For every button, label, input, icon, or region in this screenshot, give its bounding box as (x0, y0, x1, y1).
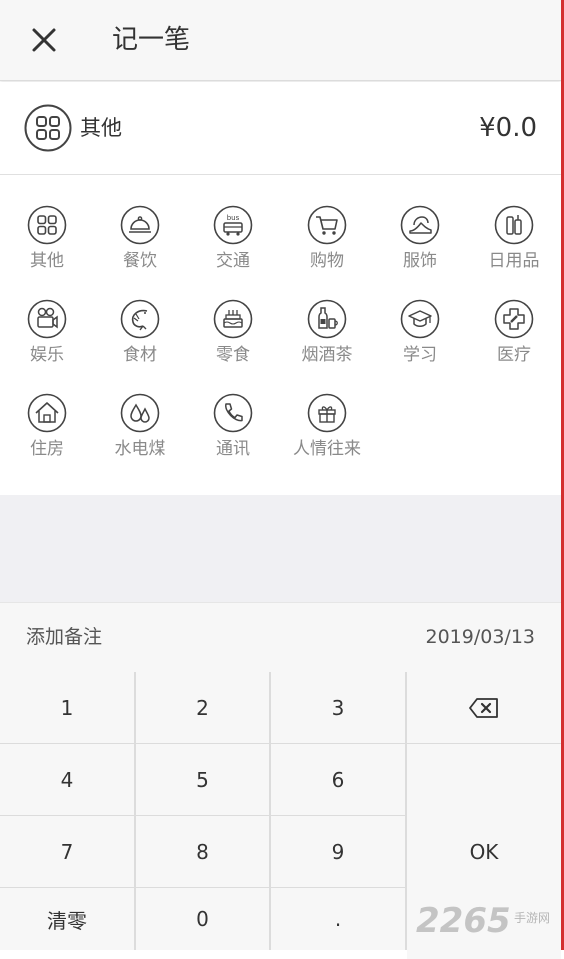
high-heel-icon (400, 205, 440, 245)
key-3[interactable]: 3 (271, 672, 405, 743)
category-medical[interactable]: 医疗 (467, 269, 561, 365)
close-icon (32, 28, 56, 52)
key-6[interactable]: 6 (271, 744, 405, 815)
key-2[interactable]: 2 (136, 672, 269, 743)
category-ingredients[interactable]: 食材 (93, 269, 187, 365)
svg-text:bus: bus (227, 214, 240, 222)
selected-category-row: 其他 ¥0.0 (0, 82, 561, 175)
category-label: 医疗 (497, 345, 531, 365)
grid-icon (27, 205, 67, 245)
category-communication[interactable]: 通讯 (186, 363, 280, 459)
key-8[interactable]: 8 (136, 816, 269, 887)
backspace-icon (469, 697, 498, 718)
header-bar: 记一笔 (0, 0, 561, 81)
category-daily-goods[interactable]: 日用品 (467, 175, 561, 271)
bus-icon: bus (213, 205, 253, 245)
category-label: 住房 (30, 439, 64, 459)
category-grid: 其他 餐饮 bus 交通 购物 服饰 日用品 娱乐 食材 零食 烟酒茶 学习 医… (0, 175, 561, 495)
toiletries-icon (494, 205, 534, 245)
selected-category-label: 其他 (80, 116, 122, 140)
grid-icon (24, 104, 72, 152)
film-camera-icon (27, 299, 67, 339)
category-dining[interactable]: 餐饮 (93, 175, 187, 271)
category-other[interactable]: 其他 (0, 175, 94, 271)
dish-cover-icon (120, 205, 160, 245)
page-title: 记一笔 (112, 25, 191, 55)
backspace-button[interactable] (407, 672, 561, 743)
category-study[interactable]: 学习 (373, 269, 467, 365)
category-shopping[interactable]: 购物 (280, 175, 374, 271)
shrimp-icon (120, 299, 160, 339)
key-1[interactable]: 1 (0, 672, 134, 743)
watermark-subtext: 手游网 (514, 911, 550, 925)
graduation-cap-icon (400, 299, 440, 339)
clear-button[interactable]: 清零 (0, 888, 134, 950)
key-4[interactable]: 4 (0, 744, 134, 815)
category-snacks[interactable]: 零食 (186, 269, 280, 365)
category-transport[interactable]: bus 交通 (186, 175, 280, 271)
category-label: 人情往来 (293, 439, 361, 459)
watermark-text: 2265 (416, 901, 511, 940)
water-drops-icon (120, 393, 160, 433)
phone-icon (213, 393, 253, 433)
key-decimal[interactable]: . (271, 888, 405, 950)
key-5[interactable]: 5 (136, 744, 269, 815)
medical-cross-icon (494, 299, 534, 339)
amount-display: ¥0.0 (479, 113, 537, 143)
category-tobacco-alcohol-tea[interactable]: 烟酒茶 (280, 269, 374, 365)
category-label: 水电煤 (114, 439, 166, 459)
category-gifts-social[interactable]: 人情往来 (280, 363, 374, 459)
category-entertainment[interactable]: 娱乐 (0, 269, 94, 365)
spacer-area (0, 495, 561, 602)
cake-icon (213, 299, 253, 339)
add-note-button[interactable]: 添加备注 (26, 623, 102, 651)
house-icon (27, 393, 67, 433)
close-button[interactable] (28, 24, 60, 56)
date-picker[interactable]: 2019/03/13 (425, 623, 535, 651)
key-7[interactable]: 7 (0, 816, 134, 887)
category-label: 通讯 (216, 439, 250, 459)
shopping-cart-icon (307, 205, 347, 245)
bottle-cup-icon (307, 299, 347, 339)
site-watermark: 2265 手游网 (414, 900, 564, 941)
key-9[interactable]: 9 (271, 816, 405, 887)
note-date-row: 添加备注 2019/03/13 (0, 602, 561, 673)
category-clothing[interactable]: 服饰 (373, 175, 467, 271)
category-label: 学习 (403, 345, 437, 365)
key-0[interactable]: 0 (136, 888, 269, 950)
category-housing[interactable]: 住房 (0, 363, 94, 459)
category-utilities[interactable]: 水电煤 (93, 363, 187, 459)
gift-icon (307, 393, 347, 433)
